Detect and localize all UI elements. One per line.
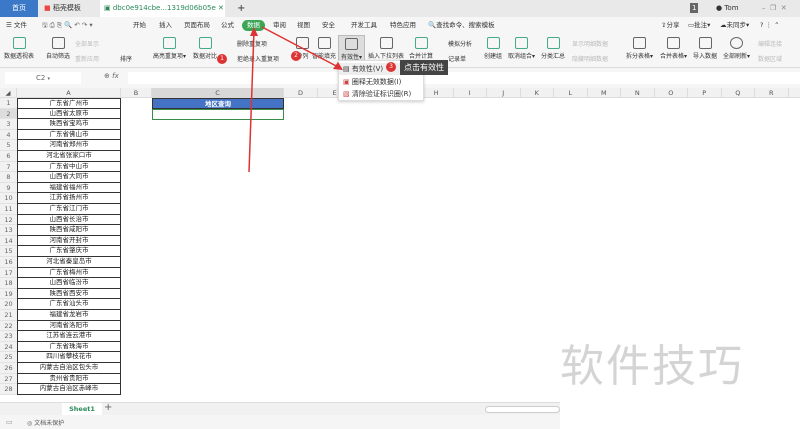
horizontal-scrollbar[interactable] [485,406,560,413]
step-badge-1: 1 [217,54,227,64]
protect-label: 文档未保护 [34,420,65,427]
add-sheet-button[interactable]: + [104,402,112,413]
arrowhead-icon [250,27,258,36]
watermark: 软件技巧 [560,341,744,392]
protect-status[interactable]: ◎ 文档未保护 [27,418,64,427]
step-badge-3: 3 [386,62,396,72]
step-badge-2: 2 [291,51,301,61]
arrow-to-validity [261,26,341,69]
tooltip-click-validity: 点击有效性 [400,60,448,75]
sheet-tab-sheet1[interactable]: Sheet1 [62,403,102,415]
sheet-nav-icon[interactable]: ▭ [6,418,13,426]
arrowhead-icon [333,62,343,70]
arrow-to-data-tab [248,29,255,173]
status-bar: ▭ ◎ 文档未保护 [0,415,560,429]
sheet-tab-bar: Sheet1 + [0,402,560,415]
